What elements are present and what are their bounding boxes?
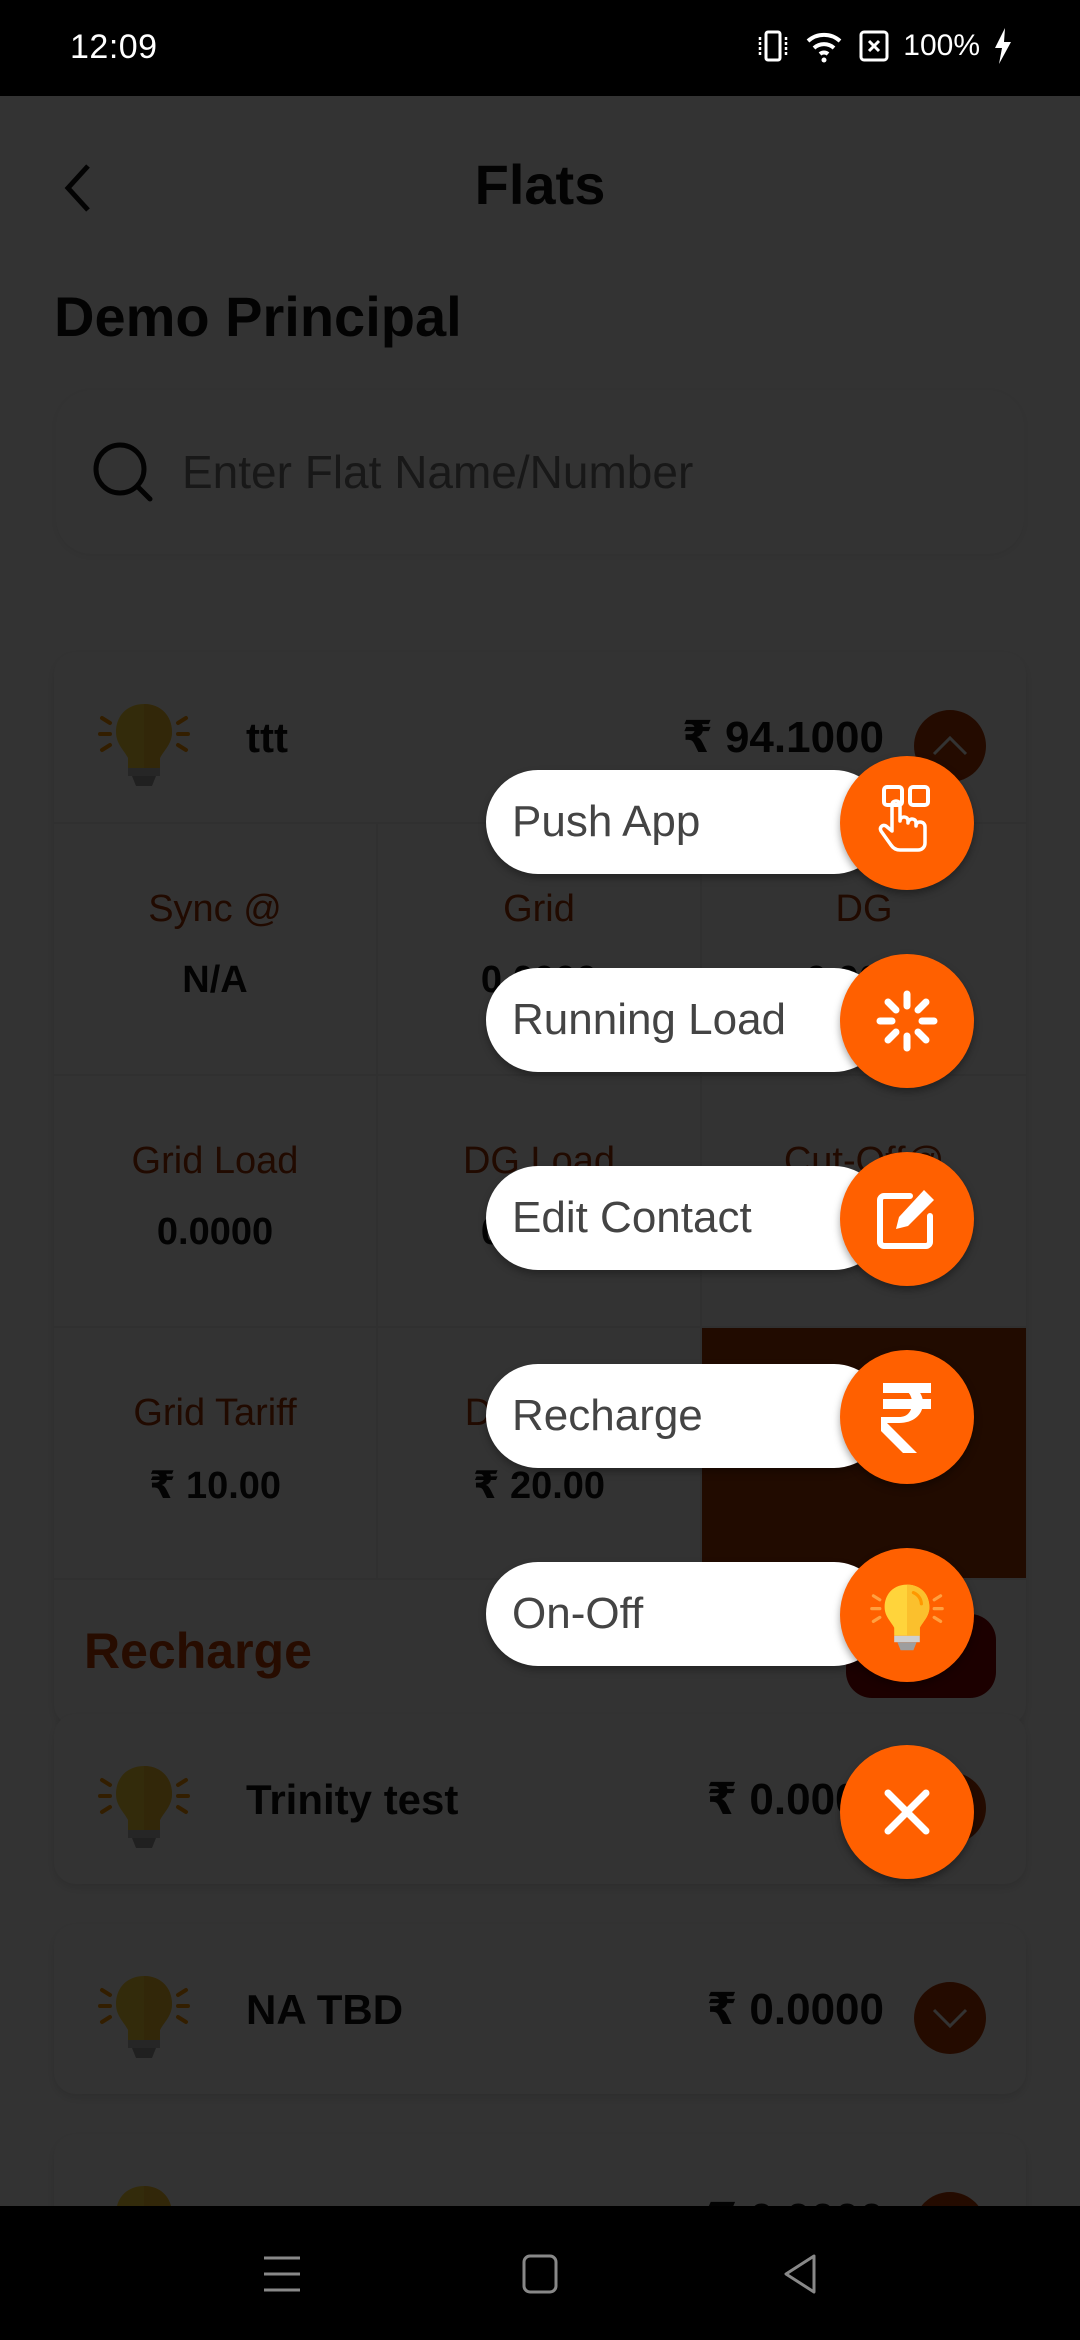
rupee-icon <box>881 1383 931 1453</box>
on-off-button[interactable] <box>840 1548 974 1682</box>
status-time: 12:09 <box>70 28 158 66</box>
battery-text: 100% <box>903 29 980 62</box>
home-icon <box>522 2254 558 2294</box>
home-button[interactable] <box>510 2244 570 2304</box>
no-sim-icon <box>859 29 889 63</box>
running-load-button[interactable] <box>840 954 974 1088</box>
push-app-button[interactable] <box>840 756 974 890</box>
fab-label[interactable]: Recharge <box>486 1364 886 1468</box>
wifi-icon <box>805 29 845 63</box>
vibrate-icon <box>755 29 791 63</box>
lightbulb-icon <box>870 1584 944 1651</box>
loading-spinner-icon <box>876 990 938 1052</box>
status-icons: 100% <box>755 28 1012 64</box>
fab-label[interactable]: Running Load <box>486 968 886 1072</box>
fab-label[interactable]: On-Off <box>486 1562 886 1666</box>
menu-icon <box>264 2256 300 2292</box>
close-icon <box>884 1789 930 1835</box>
fab-label[interactable]: Edit Contact <box>486 1166 886 1270</box>
screen: 12:09 100% Flats Demo Principal <box>0 0 1080 2340</box>
edit-icon <box>877 1190 934 1249</box>
recharge-button[interactable] <box>840 1350 974 1484</box>
system-nav-bar <box>0 2206 1080 2340</box>
modal-scrim[interactable] <box>0 96 1080 2206</box>
tap-app-icon <box>878 785 930 852</box>
fab-label[interactable]: Push App <box>486 770 886 874</box>
recent-apps-button[interactable] <box>252 2244 312 2304</box>
close-fab-button[interactable] <box>840 1745 974 1879</box>
battery-charging-icon <box>994 28 1012 64</box>
back-triangle-icon <box>784 2254 816 2294</box>
back-nav-button[interactable] <box>770 2244 830 2304</box>
edit-contact-button[interactable] <box>840 1152 974 1286</box>
status-bar: 12:09 100% <box>0 0 1080 96</box>
